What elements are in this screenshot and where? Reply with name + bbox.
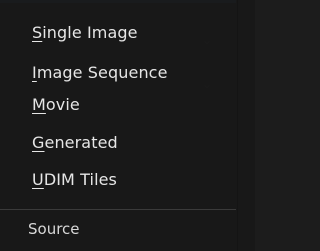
menu-item-generated[interactable]: Generated [0,125,236,159]
screen: ⌄ ⌄ Single Image Image Sequence Movie Ge… [0,0,255,251]
menu-item-label: UDIM Tiles [32,169,117,189]
background-strip [238,0,255,251]
source-dropdown-menu: Single Image Image Sequence Movie Genera… [0,0,238,251]
menu-item-label: Single Image [32,22,138,42]
menu-item-label: Generated [32,132,118,152]
menu-item-single-image[interactable]: Single Image [0,15,236,49]
menu-item-label: Movie [32,94,80,114]
menu-item-udim-tiles[interactable]: UDIM Tiles [0,162,236,196]
menu-item-image-sequence[interactable]: Image Sequence [0,55,236,89]
menu-separator [0,209,236,210]
menu-title: Source [28,220,80,238]
menu-item-movie[interactable]: Movie [0,87,236,121]
menu-item-label: Image Sequence [32,62,168,82]
